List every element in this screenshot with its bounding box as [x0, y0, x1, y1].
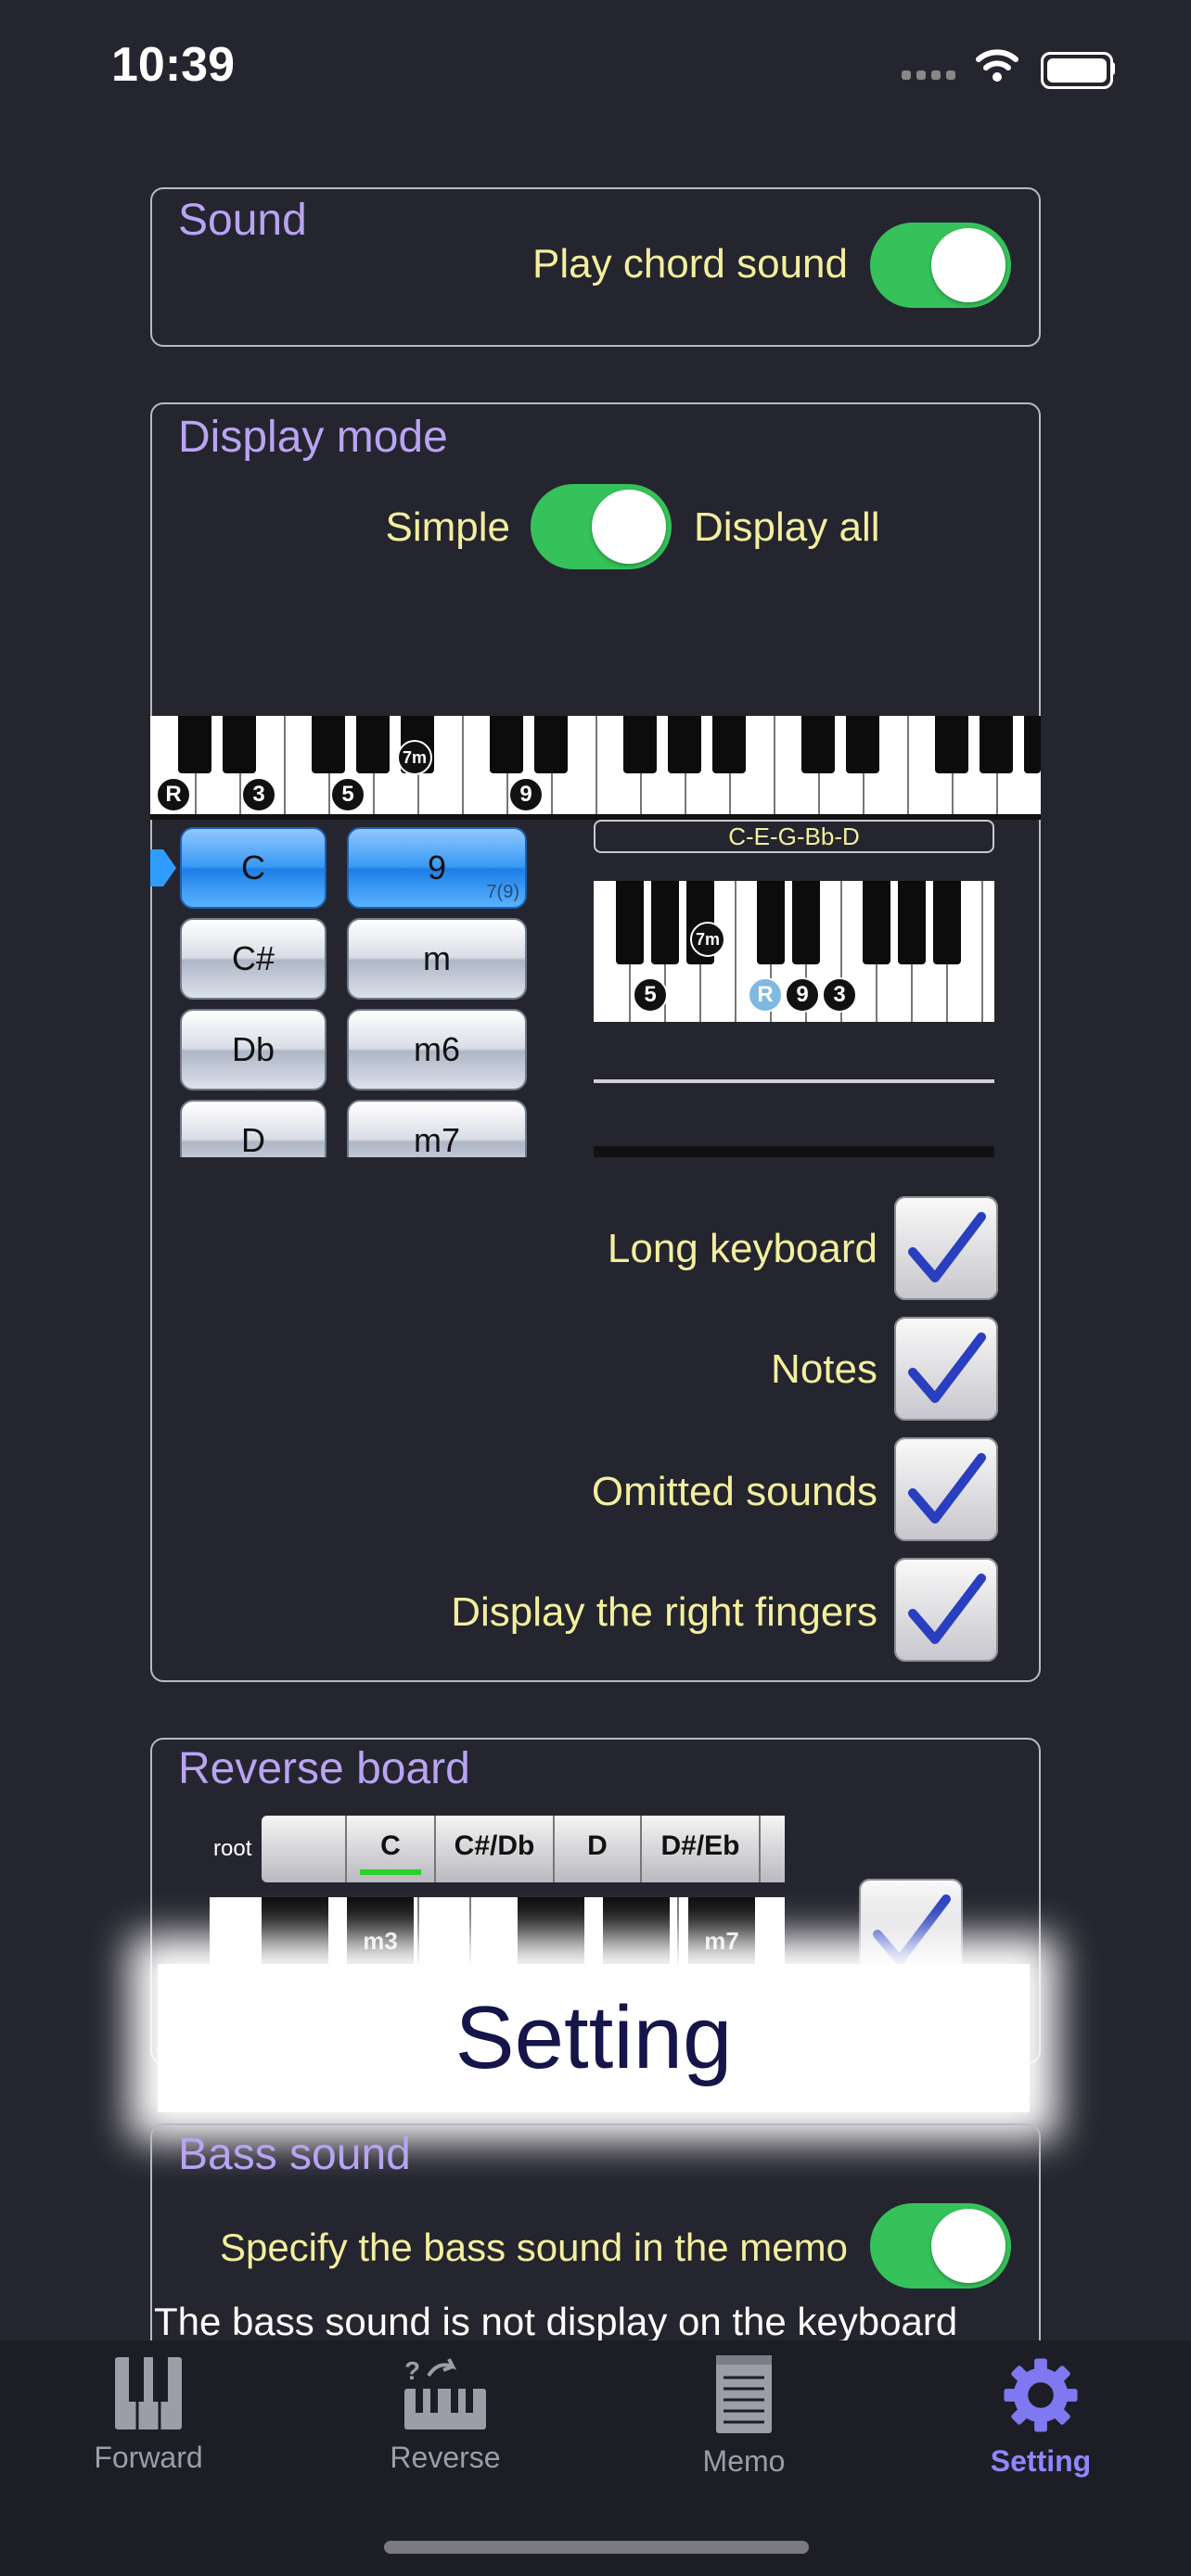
root-label: root — [213, 1836, 252, 1861]
long-keyboard: R 3 5 7m 9 — [150, 716, 1041, 820]
preview-fifth: 5 — [633, 977, 668, 1013]
preview-divider — [594, 1079, 994, 1083]
wifi-icon — [976, 49, 1018, 82]
preview-seventh: 7m — [690, 922, 725, 957]
checkmark-icon — [908, 1574, 986, 1644]
quality-m7[interactable]: m7 — [347, 1100, 527, 1157]
piano-keys-icon — [115, 2357, 182, 2429]
display-mode-toggle[interactable] — [531, 484, 672, 569]
display-mode-title: Display mode — [178, 413, 448, 462]
omitted-sounds-checkbox[interactable] — [894, 1437, 998, 1541]
svg-text:?: ? — [404, 2356, 420, 2385]
quality-m6[interactable]: m6 — [347, 1009, 527, 1090]
chord-notes-box: C-E-G-Bb-D — [594, 820, 994, 853]
long-keyboard-checkbox[interactable] — [894, 1196, 998, 1300]
play-chord-toggle[interactable] — [870, 223, 1011, 308]
tab-reverse[interactable]: ? Reverse — [343, 2355, 547, 2475]
gear-icon — [1004, 2358, 1078, 2432]
play-chord-label: Play chord sound — [532, 241, 848, 287]
root-segment-C-label: C — [380, 1830, 401, 1861]
tab-reverse-label: Reverse — [390, 2441, 501, 2474]
marker-seventh: 7m — [397, 740, 432, 775]
battery-tip — [1110, 62, 1115, 75]
notes-label: Notes — [771, 1346, 877, 1392]
quality-9-label: 9 — [427, 848, 447, 886]
specify-bass-toggle[interactable] — [870, 2203, 1011, 2289]
root-segment-D-sharp[interactable]: D#/Eb — [642, 1816, 761, 1882]
sound-title: Sound — [178, 196, 307, 245]
toggle-knob — [931, 228, 1005, 302]
second-preview-keyboard — [594, 1146, 994, 1157]
quality-9[interactable]: 9 7(9) — [347, 827, 527, 909]
setting-toast: Setting — [158, 1964, 1030, 2112]
marker-fifth: 5 — [330, 777, 365, 812]
checkmark-icon — [908, 1212, 986, 1282]
omitted-sounds-label: Omitted sounds — [591, 1469, 877, 1514]
tab-memo-label: Memo — [702, 2444, 786, 2478]
root-segment-blank[interactable] — [262, 1816, 347, 1882]
checkmark-icon — [908, 1453, 986, 1524]
tab-memo[interactable]: Memo — [642, 2355, 846, 2479]
root-C-sharp[interactable]: C# — [180, 918, 327, 1000]
reverse-piano-icon: ? — [404, 2356, 486, 2429]
specify-bass-label: Specify the bass sound in the memo — [219, 2225, 848, 2269]
root-segment-bar: C C#/Db D D#/Eb — [262, 1816, 785, 1882]
root-C[interactable]: C — [180, 827, 327, 909]
root-segment-C[interactable]: C — [347, 1816, 436, 1882]
tab-forward[interactable]: Forward — [46, 2355, 250, 2475]
marker-ninth: 9 — [508, 777, 544, 812]
cellular-icon — [902, 70, 957, 82]
notepad-icon — [716, 2355, 772, 2433]
home-indicator — [384, 2541, 809, 2554]
chord-picker: C C# Db D 9 7(9) m m6 m7 — [180, 820, 532, 1157]
right-fingers-label: Display the right fingers — [451, 1589, 877, 1635]
bass-sound-title: Bass sound — [178, 2130, 411, 2179]
selected-indicator — [360, 1869, 421, 1875]
setting-toast-text: Setting — [455, 1988, 733, 2087]
tab-setting[interactable]: Setting — [939, 2355, 1143, 2479]
marker-third: 3 — [241, 777, 276, 812]
battery-icon — [1041, 52, 1113, 89]
quality-m[interactable]: m — [347, 918, 527, 1000]
bass-note-text: The bass sound is not display on the key… — [154, 2300, 958, 2343]
selection-arrow-icon — [150, 849, 176, 886]
preview-root: R — [748, 977, 783, 1013]
simple-label: Simple — [385, 504, 511, 550]
root-Db[interactable]: Db — [180, 1009, 327, 1090]
toggle-knob — [592, 490, 666, 564]
display-all-label: Display all — [694, 504, 880, 550]
checkmark-icon — [908, 1333, 986, 1403]
long-keyboard-label: Long keyboard — [607, 1226, 877, 1271]
right-fingers-checkbox[interactable] — [894, 1558, 998, 1662]
checkmark-icon — [873, 1894, 951, 1965]
notes-checkbox[interactable] — [894, 1317, 998, 1421]
reverse-board-title: Reverse board — [178, 1744, 470, 1793]
tab-forward-label: Forward — [94, 2441, 203, 2474]
tab-setting-label: Setting — [990, 2444, 1092, 2478]
chord-preview-keyboard: 5 7m R 9 3 — [594, 881, 994, 1022]
root-D[interactable]: D — [180, 1100, 327, 1157]
root-segment-C-sharp[interactable]: C#/Db — [436, 1816, 555, 1882]
preview-ninth: 9 — [785, 977, 820, 1013]
root-segment-more[interactable] — [761, 1816, 785, 1882]
toggle-knob — [931, 2209, 1005, 2283]
marker-root: R — [156, 777, 191, 812]
root-segment-D[interactable]: D — [555, 1816, 642, 1882]
preview-third: 3 — [822, 977, 857, 1013]
status-time: 10:39 — [111, 38, 235, 92]
